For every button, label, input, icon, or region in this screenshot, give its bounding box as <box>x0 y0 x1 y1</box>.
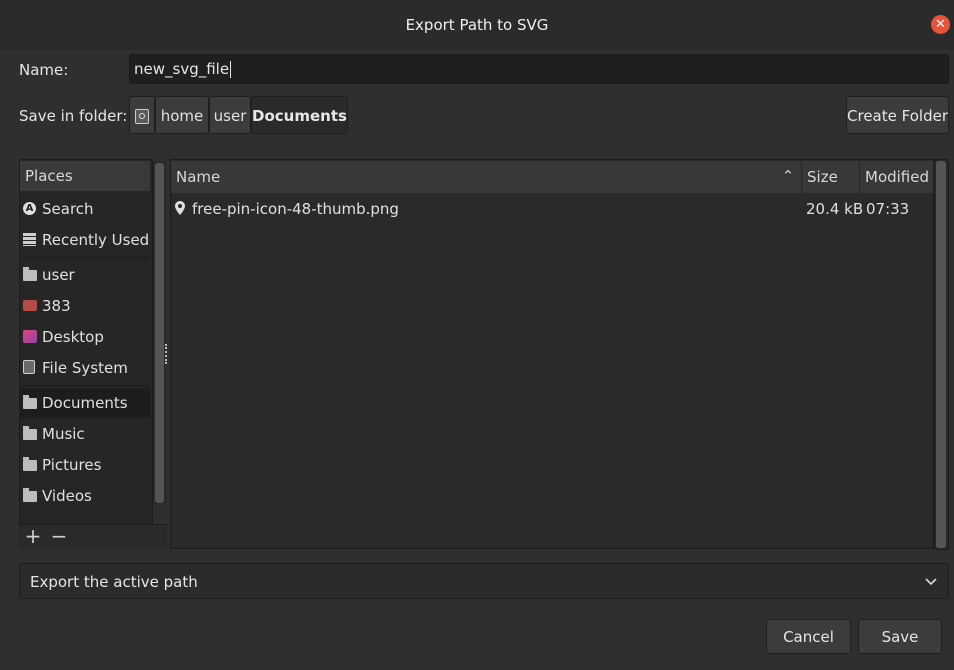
place-label: Music <box>42 425 85 443</box>
recent-icon <box>23 233 36 246</box>
file-name: free-pin-icon-48-thumb.png <box>192 200 399 218</box>
text-caret <box>230 61 232 78</box>
export-mode-dropdown[interactable]: Export the active path <box>19 563 949 599</box>
place-label: Search <box>42 200 94 218</box>
breadcrumb-home[interactable]: home <box>155 96 209 134</box>
place-recently-used[interactable]: Recently Used <box>20 225 150 255</box>
pin-icon <box>175 201 185 215</box>
drive-icon <box>23 360 35 374</box>
desktop-icon <box>23 330 37 343</box>
chevron-down-icon <box>920 570 942 592</box>
place-label: user <box>42 266 75 284</box>
place-pictures[interactable]: Pictures <box>20 450 150 480</box>
places-divider <box>20 257 150 258</box>
create-folder-button[interactable]: Create Folder <box>846 96 949 134</box>
name-label: Name: <box>19 61 69 79</box>
search-icon: A <box>23 202 36 215</box>
place-music[interactable]: Music <box>20 419 150 449</box>
place-label: Recently Used <box>42 231 150 249</box>
column-header-size[interactable]: Size <box>802 161 860 193</box>
folder-icon <box>23 426 37 440</box>
place-383[interactable]: 383 <box>20 291 150 321</box>
save-in-folder-label: Save in folder: <box>19 107 128 125</box>
drive-red-icon <box>23 300 37 311</box>
places-divider <box>20 385 150 386</box>
remove-bookmark-button[interactable]: − <box>50 526 68 546</box>
cancel-button[interactable]: Cancel <box>766 619 851 654</box>
place-desktop[interactable]: Desktop <box>20 322 150 352</box>
place-file-system[interactable]: File System <box>20 353 150 383</box>
files-scrollbar-thumb[interactable] <box>936 161 946 548</box>
filename-value: new_svg_file <box>134 60 230 78</box>
places-scrollbar-thumb[interactable] <box>155 163 164 503</box>
drive-icon <box>135 109 149 124</box>
column-header-name[interactable]: Name <box>171 161 802 193</box>
file-size: 20.4 kB <box>806 200 864 218</box>
place-label: 383 <box>42 297 71 315</box>
close-button[interactable]: ✕ <box>931 15 950 34</box>
folder-icon <box>23 457 37 471</box>
folder-icon <box>23 488 37 502</box>
place-label: Pictures <box>42 456 102 474</box>
places-header: Places <box>20 161 150 191</box>
place-search[interactable]: A Search <box>20 194 150 224</box>
breadcrumb-root-button[interactable] <box>129 96 155 134</box>
breadcrumb-user[interactable]: user <box>209 96 251 134</box>
place-documents[interactable]: Documents <box>20 388 150 418</box>
folder-icon <box>23 395 37 409</box>
export-mode-value: Export the active path <box>30 573 198 591</box>
add-bookmark-button[interactable]: + <box>24 526 42 546</box>
pane-resize-handle[interactable] <box>165 344 169 364</box>
place-videos[interactable]: Videos <box>20 481 150 511</box>
column-header-modified[interactable]: Modified <box>860 161 934 193</box>
place-label: Videos <box>42 487 92 505</box>
sort-ascending-icon: ⌃ <box>781 167 795 185</box>
place-label: Documents <box>42 394 128 412</box>
folder-icon <box>23 267 37 281</box>
place-user[interactable]: user <box>20 260 150 290</box>
save-button[interactable]: Save <box>858 619 942 654</box>
dialog-title: Export Path to SVG <box>405 16 549 34</box>
close-icon: ✕ <box>935 17 946 32</box>
filename-input[interactable]: new_svg_file <box>129 54 949 84</box>
place-label: File System <box>42 359 128 377</box>
place-label: Desktop <box>42 328 104 346</box>
breadcrumb-documents[interactable]: Documents <box>251 96 348 134</box>
file-modified: 07:33 <box>866 200 910 218</box>
